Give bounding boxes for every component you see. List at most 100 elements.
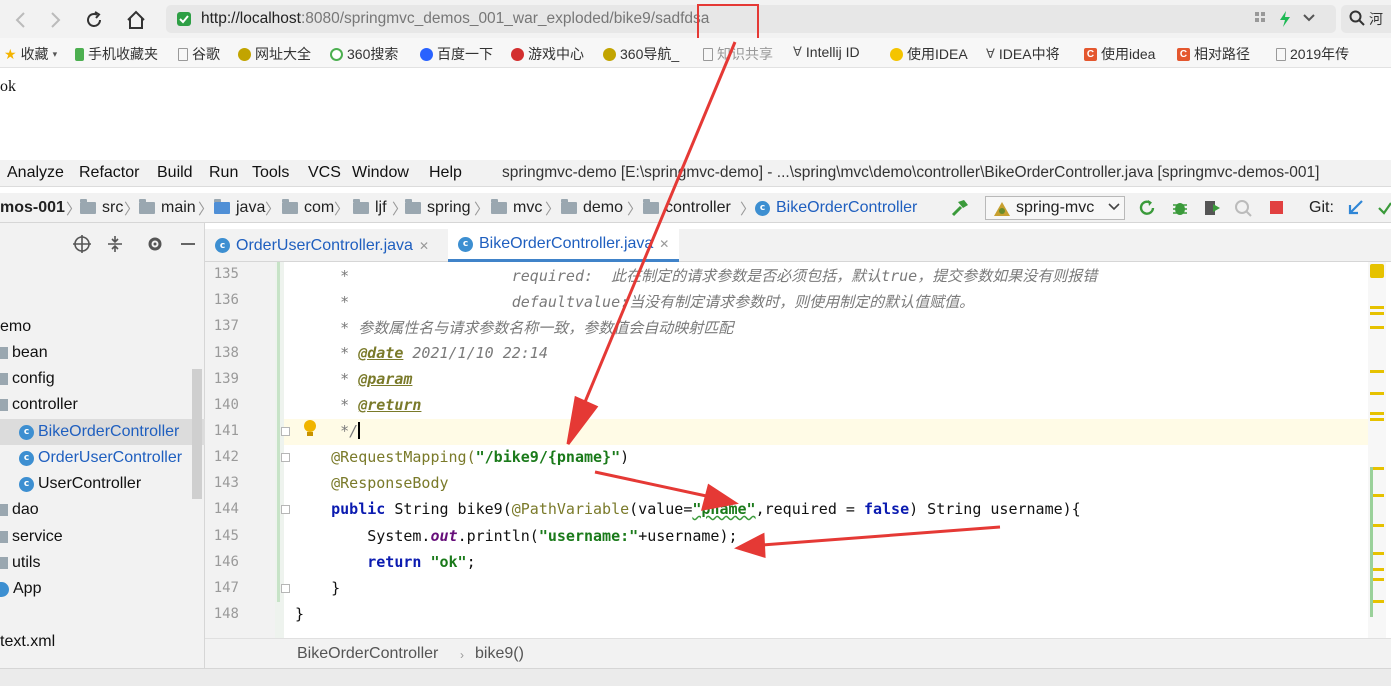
minimize-icon[interactable] bbox=[179, 235, 197, 257]
tree-item-bean[interactable]: bean bbox=[0, 344, 48, 362]
fold-toggle-icon[interactable] bbox=[281, 427, 290, 436]
bookmark-item[interactable]: 百度一下 bbox=[420, 44, 493, 64]
breadcrumb-src[interactable]: src bbox=[80, 199, 123, 217]
collapse-all-icon[interactable] bbox=[106, 235, 124, 257]
menu-analyze[interactable]: Analyze bbox=[7, 164, 64, 182]
tree-item-bikeordercontroller[interactable]: c BikeOrderController bbox=[19, 423, 179, 441]
profiler-icon[interactable] bbox=[1234, 199, 1254, 221]
breadcrumb-controller[interactable]: controller bbox=[643, 199, 731, 217]
menu-refactor[interactable]: Refactor bbox=[79, 164, 139, 182]
bookmark-item[interactable]: 游戏中心 bbox=[511, 44, 584, 64]
breadcrumb-class[interactable]: c BikeOrderController bbox=[755, 199, 917, 217]
warning-marker[interactable] bbox=[1370, 312, 1384, 315]
menu-vcs[interactable]: VCS bbox=[308, 164, 341, 182]
fold-toggle-icon[interactable] bbox=[281, 505, 290, 514]
breadcrumb-demo[interactable]: demo bbox=[561, 199, 623, 217]
chevron-down-icon[interactable] bbox=[1302, 11, 1316, 29]
breadcrumb-ljf[interactable]: ljf bbox=[353, 199, 387, 217]
menu-tools[interactable]: Tools bbox=[252, 164, 289, 182]
bookmark-item[interactable]: C 使用idea bbox=[1084, 44, 1155, 64]
bookmark-item[interactable]: Ɐ IDEA中将 bbox=[986, 44, 1060, 64]
tree-item-utils[interactable]: utils bbox=[0, 554, 40, 572]
forward-button[interactable] bbox=[42, 7, 68, 33]
warning-indicator-icon[interactable] bbox=[1370, 264, 1384, 278]
bookmark-item[interactable]: Ɐ Intellij ID bbox=[793, 44, 860, 60]
folder-icon bbox=[214, 199, 230, 214]
menu-run[interactable]: Run bbox=[209, 164, 238, 182]
breadcrumb-spring[interactable]: spring bbox=[405, 199, 471, 217]
close-icon[interactable]: ✕ bbox=[419, 239, 429, 253]
bookmark-item[interactable]: 知识共享 bbox=[703, 44, 773, 64]
rerun-icon[interactable] bbox=[1138, 199, 1158, 221]
bookmark-item[interactable]: 网址大全 bbox=[238, 44, 311, 64]
breadcrumb-module[interactable]: mos-001 bbox=[0, 199, 65, 217]
git-update-icon[interactable] bbox=[1346, 199, 1366, 221]
bookmark-item[interactable]: 手机收藏夹 bbox=[75, 44, 158, 64]
chevron-down-icon: ▾ bbox=[52, 48, 58, 59]
warning-marker[interactable] bbox=[1370, 370, 1384, 373]
debug-icon[interactable] bbox=[1170, 199, 1190, 221]
warning-marker[interactable] bbox=[1370, 306, 1384, 309]
code-line: * 参数属性名与请求参数名称一致，参数值会自动映射匹配 bbox=[295, 319, 734, 337]
home-button[interactable] bbox=[123, 7, 149, 33]
menu-window[interactable]: Window bbox=[352, 164, 409, 182]
warning-marker[interactable] bbox=[1370, 412, 1384, 415]
code-editor[interactable]: 135 * required: 此在制定的请求参数是否必须包括，默认true，提… bbox=[205, 262, 1391, 638]
code-line: } bbox=[295, 579, 341, 597]
line-number: 142 bbox=[213, 449, 239, 465]
menu-build[interactable]: Build bbox=[157, 164, 193, 182]
tree-item-service[interactable]: service bbox=[0, 528, 63, 546]
status-breadcrumb-class[interactable]: BikeOrderController bbox=[297, 645, 438, 663]
stop-icon[interactable] bbox=[1268, 199, 1286, 221]
bookmark-label: 网址大全 bbox=[255, 46, 311, 62]
fold-toggle-icon[interactable] bbox=[281, 453, 290, 462]
bookmark-item[interactable]: 使用IDEA bbox=[890, 44, 968, 64]
warning-marker[interactable] bbox=[1370, 392, 1384, 395]
tree-item-orderusercontroller[interactable]: c OrderUserController bbox=[19, 449, 182, 467]
tree-item-dao[interactable]: dao bbox=[0, 501, 39, 519]
breadcrumb-mvc[interactable]: mvc bbox=[491, 199, 542, 217]
git-commit-icon[interactable] bbox=[1378, 199, 1391, 221]
breadcrumb-main[interactable]: main bbox=[139, 199, 196, 217]
tab-bikeordercontroller[interactable]: c BikeOrderController.java ✕ bbox=[448, 229, 680, 262]
breadcrumb-separator: 〉 bbox=[198, 200, 214, 218]
hammer-icon[interactable] bbox=[950, 199, 970, 221]
code-line: * required: 此在制定的请求参数是否必须包括，默认true，提交参数如… bbox=[295, 267, 1098, 285]
menu-help[interactable]: Help bbox=[429, 164, 462, 182]
tree-item-demo[interactable]: emo bbox=[0, 318, 31, 336]
fold-toggle-icon[interactable] bbox=[281, 584, 290, 593]
tree-item-xml[interactable]: text.xml bbox=[0, 633, 55, 651]
lightbulb-icon[interactable] bbox=[303, 419, 317, 443]
bookmark-item[interactable]: C 相对路径 bbox=[1177, 44, 1250, 64]
back-button[interactable] bbox=[8, 7, 34, 33]
grid-icon[interactable] bbox=[1254, 11, 1268, 29]
project-panel-scrollbar[interactable] bbox=[192, 369, 202, 499]
breadcrumb-com[interactable]: com bbox=[282, 199, 334, 217]
reload-button[interactable] bbox=[81, 7, 107, 33]
bookmark-item[interactable]: 2019年传 bbox=[1276, 44, 1349, 64]
breadcrumb-java[interactable]: java bbox=[214, 199, 265, 217]
lightning-icon[interactable] bbox=[1278, 11, 1292, 31]
tab-label: BikeOrderController.java bbox=[479, 235, 654, 252]
bookmark-item[interactable]: 谷歌 bbox=[178, 44, 220, 64]
breadcrumb-label: src bbox=[102, 199, 124, 216]
search-box[interactable]: 河 bbox=[1341, 5, 1391, 33]
text-caret bbox=[358, 422, 361, 439]
tree-item-app[interactable]: App bbox=[0, 580, 41, 598]
error-stripe[interactable] bbox=[1368, 262, 1386, 638]
run-config-select[interactable]: spring-mvc bbox=[985, 196, 1125, 220]
tree-item-controller[interactable]: controller bbox=[0, 396, 78, 414]
target-icon[interactable] bbox=[73, 235, 91, 257]
tree-item-usercontroller[interactable]: c UserController bbox=[19, 475, 141, 493]
status-breadcrumb-method[interactable]: bike9() bbox=[475, 645, 524, 663]
bookmark-item[interactable]: ★ 收藏 ▾ bbox=[4, 44, 57, 64]
warning-marker[interactable] bbox=[1370, 418, 1384, 421]
tab-orderusercontroller[interactable]: c OrderUserController.java ✕ bbox=[205, 229, 439, 262]
coverage-icon[interactable] bbox=[1202, 199, 1222, 221]
tree-item-config[interactable]: config bbox=[0, 370, 55, 388]
bookmark-item[interactable]: 360搜索 bbox=[330, 44, 398, 64]
gear-icon[interactable] bbox=[146, 235, 164, 257]
bookmark-item[interactable]: 360导航_ bbox=[603, 44, 679, 64]
close-icon[interactable]: ✕ bbox=[659, 237, 669, 251]
warning-marker[interactable] bbox=[1370, 326, 1384, 329]
